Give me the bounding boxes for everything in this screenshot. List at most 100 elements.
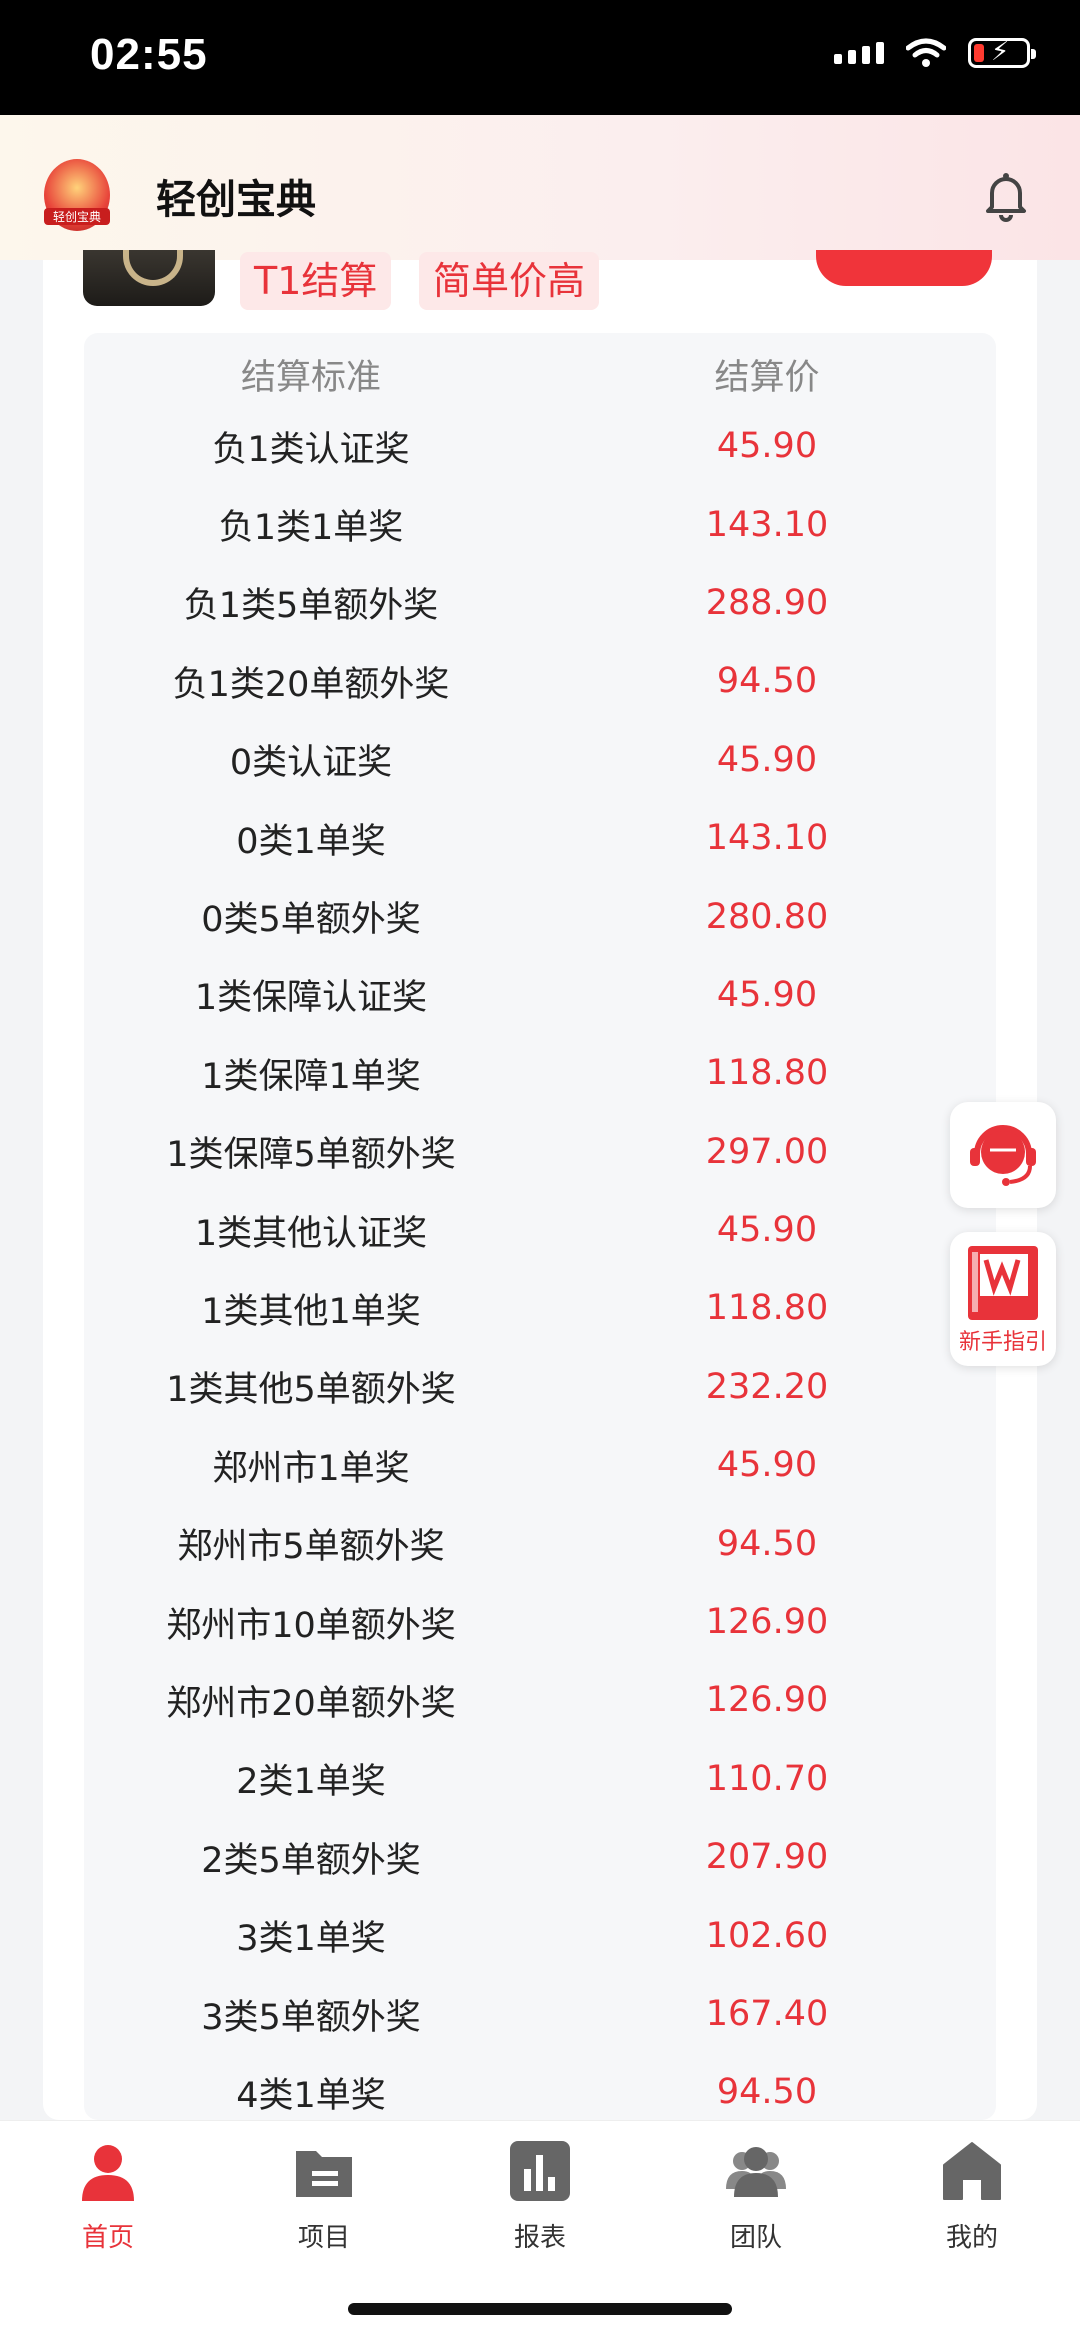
row-standard: 0类5单额外奖	[201, 900, 421, 941]
row-price: 280.80	[705, 896, 829, 937]
home-icon	[943, 2142, 1001, 2200]
table-row: 郑州市5单额外奖 94.50	[84, 1504, 996, 1582]
table-row: 1类其他1单奖 118.80	[84, 1269, 996, 1347]
row-standard: 3类5单额外奖	[201, 1997, 421, 2038]
row-price: 94.50	[716, 661, 818, 702]
row-price: 126.90	[705, 1602, 829, 1643]
row-price: 45.90	[716, 974, 818, 1015]
product-thumbnail[interactable]	[83, 250, 215, 306]
row-standard: 1类保障1单奖	[201, 1056, 421, 1097]
nav-home[interactable]: 首页	[38, 2139, 178, 2254]
table-row: 1类保障1单奖 118.80	[84, 1034, 996, 1112]
row-standard: 1类其他5单额外奖	[166, 1370, 456, 1411]
table-row: 1类保障5单额外奖 297.00	[84, 1113, 996, 1191]
row-price: 118.80	[705, 1288, 829, 1329]
nav-mine[interactable]: 我的	[902, 2139, 1042, 2254]
row-standard: 郑州市5单额外奖	[177, 1527, 445, 1568]
table-row: 1类其他5单额外奖 232.20	[84, 1348, 996, 1426]
row-price: 94.50	[716, 2072, 818, 2113]
row-price: 94.50	[716, 1523, 818, 1564]
row-standard: 0类1单奖	[236, 821, 386, 862]
person-icon	[82, 2145, 134, 2201]
wifi-icon	[906, 38, 946, 67]
table-row: 2类5单额外奖 207.90	[84, 1818, 996, 1896]
row-standard: 3类1单奖	[236, 1919, 386, 1960]
table-row: 0类1单奖 143.10	[84, 799, 996, 877]
folder-icon	[296, 2151, 352, 2197]
table-row: 郑州市1单奖 45.90	[84, 1426, 996, 1504]
row-standard: 2类1单奖	[236, 1762, 386, 1803]
row-price: 297.00	[705, 1131, 829, 1172]
row-price: 126.90	[705, 1680, 829, 1721]
apply-button[interactable]	[816, 250, 992, 286]
tag-simple-price: 简单价高	[419, 252, 600, 310]
home-indicator	[348, 2303, 732, 2315]
row-price: 288.90	[705, 582, 829, 623]
row-price: 232.20	[705, 1366, 829, 1407]
row-standard: 1类其他认证奖	[194, 1213, 428, 1254]
row-price: 118.80	[705, 1053, 829, 1094]
row-price: 207.90	[705, 1837, 829, 1878]
row-standard: 郑州市20单额外奖	[166, 1683, 456, 1724]
table-row: 负1类5单额外奖 288.90	[84, 564, 996, 642]
row-price: 143.10	[705, 818, 829, 859]
row-price: 167.40	[705, 1994, 829, 2034]
tag-settlement: T1结算	[240, 252, 392, 310]
guide-book-icon	[968, 1246, 1038, 1320]
chart-icon	[510, 2141, 570, 2201]
product-card: T1结算 简单价高 结算标准 结算价 负1类认证奖 45.90 负1类1单奖 143.…	[43, 250, 1037, 2120]
row-standard: 郑州市10单额外奖	[166, 1605, 456, 1646]
row-standard: 负1类20单额外奖	[172, 664, 450, 705]
newbie-guide-button[interactable]: 新手指引	[950, 1232, 1056, 1366]
nav-label-reports: 报表	[513, 2223, 566, 2253]
table-row: 0类5单额外奖 280.80	[84, 877, 996, 955]
table-body: 负1类认证奖 45.90 负1类1单奖 143.10 负1类5单额外奖 288.90 负1类…	[84, 407, 996, 2120]
team-icon	[726, 2147, 786, 2197]
headset-icon	[970, 1125, 1036, 1186]
table-row: 3类5单额外奖 167.40	[84, 1975, 996, 2053]
nav-reports[interactable]: 报表	[470, 2139, 610, 2254]
nav-projects[interactable]: 项目	[254, 2139, 394, 2254]
row-price: 143.10	[705, 504, 829, 545]
app-header: 轻创宝典 轻创宝典	[0, 115, 1080, 260]
status-icons: ⚡	[834, 37, 1036, 68]
table-row: 负1类20单额外奖 94.50	[84, 642, 996, 720]
row-price: 45.90	[716, 739, 818, 780]
status-time: 02:55	[90, 30, 208, 79]
nav-label-team: 团队	[729, 2223, 782, 2253]
bell-icon[interactable]	[978, 167, 1034, 223]
table-row: 郑州市20单额外奖 126.90	[84, 1661, 996, 1739]
row-standard: 1类保障5单额外奖	[166, 1135, 456, 1176]
row-standard: 负1类1单奖	[218, 508, 404, 549]
row-price: 45.90	[716, 1445, 818, 1486]
nav-label-projects: 项目	[297, 2223, 350, 2253]
table-row: 3类1单奖 102.60	[84, 1896, 996, 1974]
nav-label-home: 首页	[81, 2223, 134, 2253]
row-standard: 4类1单奖	[236, 2075, 386, 2116]
table-row: 1类其他认证奖 45.90	[84, 1191, 996, 1269]
row-standard: 2类5单额外奖	[201, 1840, 421, 1881]
signal-icon	[834, 42, 884, 64]
row-standard: 1类其他1单奖	[201, 1291, 421, 1332]
row-standard: 1类保障认证奖	[194, 978, 428, 1019]
table-row: 郑州市10单额外奖 126.90	[84, 1583, 996, 1661]
row-standard: 负1类认证奖	[212, 429, 410, 470]
app-logo: 轻创宝典	[44, 159, 110, 231]
settlement-table: 结算标准 结算价 负1类认证奖 45.90 负1类1单奖 143.10 负1类5单额外奖…	[84, 333, 996, 2120]
nav-team[interactable]: 团队	[686, 2139, 826, 2254]
app-title: 轻创宝典	[156, 177, 316, 223]
row-standard: 郑州市1单奖	[212, 1448, 410, 1489]
header-price: 结算价	[714, 357, 820, 398]
table-row: 负1类认证奖 45.90	[84, 407, 996, 485]
guide-label: 新手指引	[958, 1330, 1047, 1355]
logo-text: 轻创宝典	[44, 208, 110, 225]
row-price: 110.70	[705, 1758, 829, 1799]
table-header: 结算标准 结算价	[84, 341, 996, 407]
table-row: 4类1单奖 94.50	[84, 2053, 996, 2120]
row-price: 102.60	[705, 1915, 829, 1956]
battery-icon: ⚡	[968, 37, 1036, 68]
customer-service-button[interactable]	[950, 1102, 1056, 1208]
status-bar: 02:55 ⚡	[0, 0, 1080, 115]
nav-label-mine: 我的	[945, 2223, 998, 2253]
row-standard: 负1类5单额外奖	[183, 586, 439, 627]
